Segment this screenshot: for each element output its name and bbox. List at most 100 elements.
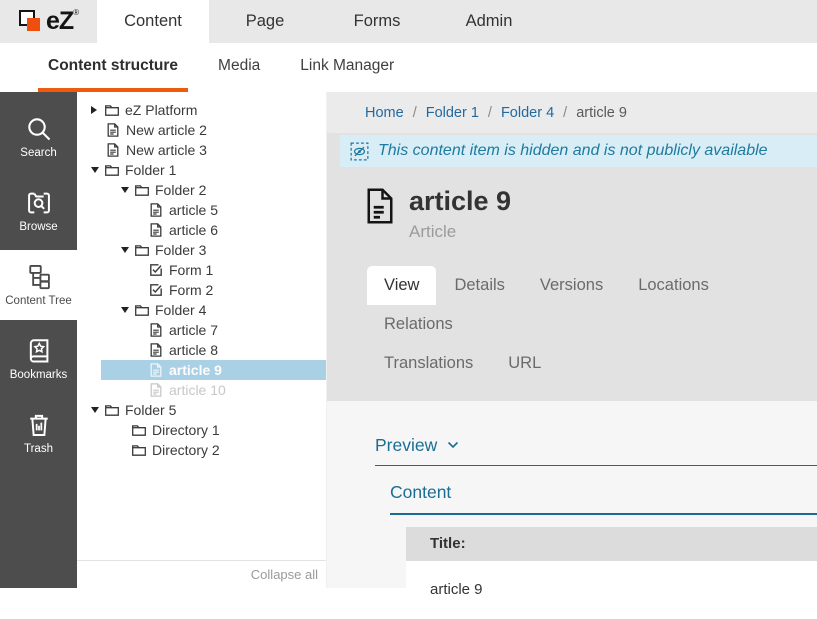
bookmarks-icon [25, 337, 53, 365]
tree-item-label: article 5 [169, 202, 218, 218]
tab-translations[interactable]: Translations [367, 344, 490, 383]
tree-item-article-8[interactable]: article 8 [77, 340, 326, 360]
tree-item-article-10[interactable]: article 10 [77, 380, 326, 400]
tree-item-article-7[interactable]: article 7 [77, 320, 326, 340]
logo-text: eZ® [46, 9, 78, 34]
directory-icon [131, 422, 147, 438]
article-icon [148, 222, 164, 238]
top-tab-page[interactable]: Page [209, 0, 321, 43]
tab-relations[interactable]: Relations [367, 305, 470, 344]
tree-item-new-article-2[interactable]: New article 2 [77, 120, 326, 140]
registered-mark: ® [73, 8, 78, 17]
trash-icon [25, 411, 53, 439]
tree-item-directory-2[interactable]: Directory 2 [77, 440, 326, 460]
caret-down-icon[interactable] [91, 167, 104, 173]
directory-icon [131, 442, 147, 458]
sub-nav: Content structure Media Link Manager [0, 43, 817, 92]
content-type-label: Article [409, 222, 511, 242]
content-section-label: Content [390, 482, 451, 502]
tree-item-label: New article 3 [126, 142, 207, 158]
tree-item-folder-4[interactable]: Folder 4 [77, 300, 326, 320]
content-tabs-row-2: TranslationsURL [327, 344, 817, 401]
tree-item-article-6[interactable]: article 6 [77, 220, 326, 240]
caret-down-icon[interactable] [121, 307, 134, 313]
sub-tab-content-structure[interactable]: Content structure [38, 43, 188, 92]
tree-item-label: Folder 5 [125, 402, 176, 418]
tree-item-label: article 6 [169, 222, 218, 238]
sidebar-item-label: Browse [19, 221, 57, 233]
article-document-icon [365, 187, 395, 225]
tab-view[interactable]: View [367, 266, 436, 305]
article-icon [148, 202, 164, 218]
sidebar-item-trash[interactable]: Trash [0, 398, 77, 468]
logo-orange-square [27, 18, 40, 31]
tree-item-label: New article 2 [126, 122, 207, 138]
breadcrumb-link-home[interactable]: Home [365, 105, 404, 121]
app-window: eZ® ContentPageFormsAdmin Content struct… [0, 0, 817, 588]
folder-icon [104, 402, 120, 418]
tree-item-article-9[interactable]: article 9 [77, 360, 326, 380]
sidebar-item-search[interactable]: Search [0, 102, 77, 172]
hidden-eye-icon [350, 142, 369, 161]
folder-icon [134, 302, 150, 318]
tree-item-label: Folder 2 [155, 182, 206, 198]
sidebar-item-bookmarks[interactable]: Bookmarks [0, 324, 77, 394]
preview-section-label: Preview [375, 435, 437, 456]
tree-item-article-5[interactable]: article 5 [77, 200, 326, 220]
tree-item-folder-3[interactable]: Folder 3 [77, 240, 326, 260]
breadcrumb-separator: / [488, 105, 492, 121]
top-tab-content[interactable]: Content [97, 0, 209, 43]
tab-versions[interactable]: Versions [523, 266, 620, 305]
breadcrumb-link-folder-4[interactable]: Folder 4 [501, 105, 554, 121]
top-bar: eZ® ContentPageFormsAdmin [0, 0, 817, 43]
tree-item-directory-1[interactable]: Directory 1 [77, 420, 326, 440]
tab-locations[interactable]: Locations [621, 266, 726, 305]
article-icon [148, 342, 164, 358]
tree-item-form-1[interactable]: Form 1 [77, 260, 326, 280]
ez-logo-icon [19, 7, 43, 37]
sidebar-item-label: Content Tree [5, 295, 71, 307]
article-icon [148, 322, 164, 338]
sidebar-item-browse[interactable]: Browse [0, 176, 77, 246]
tab-url[interactable]: URL [491, 344, 558, 383]
caret-down-icon[interactable] [121, 187, 134, 193]
tree-item-ez-platform[interactable]: eZ Platform [77, 100, 326, 120]
tree-item-new-article-3[interactable]: New article 3 [77, 140, 326, 160]
tree-item-label: Directory 2 [152, 442, 220, 458]
collapse-all-button[interactable]: Collapse all [251, 567, 318, 582]
icon-sidebar: Search Browse Content Tree BookmarksTrash [0, 92, 77, 588]
sub-tab-link-manager[interactable]: Link Manager [290, 43, 404, 88]
tree-item-form-2[interactable]: Form 2 [77, 280, 326, 300]
tree-item-label: Form 1 [169, 262, 213, 278]
breadcrumb-current: article 9 [576, 105, 627, 121]
tree-item-label: Folder 1 [125, 162, 176, 178]
sub-tab-media[interactable]: Media [208, 43, 270, 88]
main-content: Home/Folder 1/Folder 4/article 9 This co… [327, 92, 817, 588]
tree-item-label: Folder 4 [155, 302, 206, 318]
top-tab-admin[interactable]: Admin [433, 0, 545, 43]
tree-item-label: Form 2 [169, 282, 213, 298]
breadcrumb-link-folder-1[interactable]: Folder 1 [426, 105, 479, 121]
preview-section-toggle[interactable]: Preview [375, 435, 817, 466]
form-icon [148, 282, 164, 298]
title-row: article 9 Article [365, 187, 817, 242]
caret-down-icon[interactable] [91, 407, 104, 413]
tree-item-label: eZ Platform [125, 102, 197, 118]
fields-table: Title: article 9 [406, 527, 817, 619]
top-tab-forms[interactable]: Forms [321, 0, 433, 43]
tree-item-label: Folder 3 [155, 242, 206, 258]
tree-item-label: article 9 [169, 362, 222, 378]
sidebar-item-content-tree[interactable]: Content Tree [0, 250, 77, 320]
tab-details[interactable]: Details [437, 266, 521, 305]
caret-down-icon[interactable] [121, 247, 134, 253]
page-title: article 9 [409, 187, 511, 217]
tree-item-folder-1[interactable]: Folder 1 [77, 160, 326, 180]
folder-icon [104, 162, 120, 178]
tree-item-folder-2[interactable]: Folder 2 [77, 180, 326, 200]
ez-logo[interactable]: eZ® [0, 0, 97, 43]
top-nav: ContentPageFormsAdmin [97, 0, 545, 43]
breadcrumb-separator: / [413, 105, 417, 121]
tree-item-folder-5[interactable]: Folder 5 [77, 400, 326, 420]
caret-right-icon[interactable] [91, 106, 104, 114]
article-icon [148, 382, 164, 398]
